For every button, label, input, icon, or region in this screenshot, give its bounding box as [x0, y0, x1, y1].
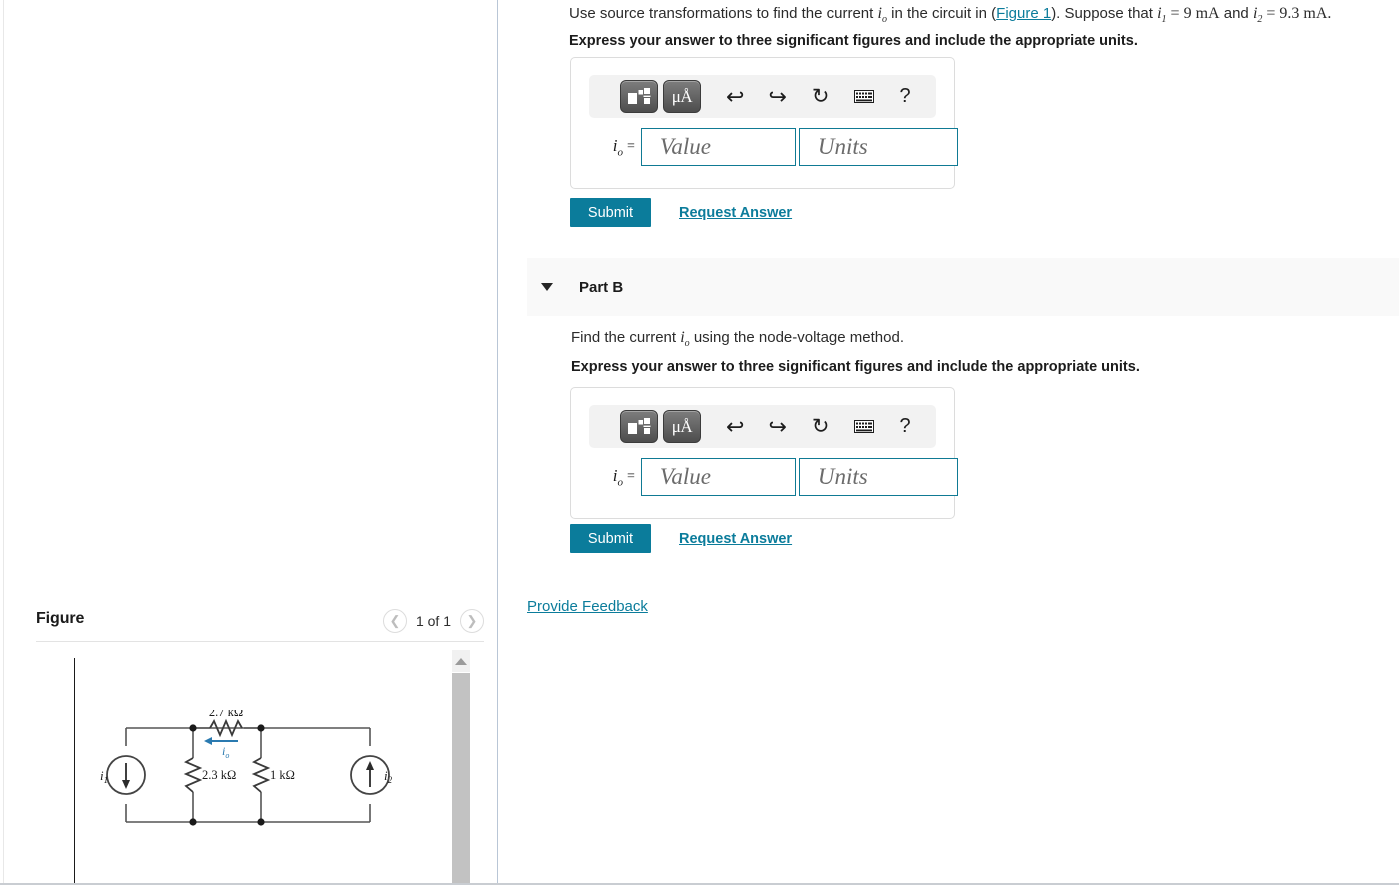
redo-arrow-icon[interactable]: ↪: [768, 84, 786, 110]
question-var-io: io: [877, 5, 887, 26]
figure-body: 2.7 kΩ 2.3 kΩ 1 kΩ io i1 i2: [36, 642, 484, 883]
keyboard-glyph: [854, 420, 875, 433]
part-b-question-var-io: io: [680, 329, 690, 350]
part-b-label: Part B: [579, 278, 624, 296]
scrollbar-thumb[interactable]: [452, 673, 470, 883]
part-b-request-answer-link[interactable]: Request Answer: [679, 531, 792, 547]
part-a-answer-row: io = Value Units: [581, 128, 958, 166]
keyboard-glyph: [854, 90, 875, 103]
provide-feedback-link[interactable]: Provide Feedback: [527, 598, 648, 615]
resistor-2p7k-label: 2.7 kΩ: [209, 710, 243, 719]
part-b-header[interactable]: Part B: [527, 258, 1399, 316]
question-text-after-link: ). Suppose that: [1051, 5, 1158, 22]
undo-arrow-icon[interactable]: ↩: [726, 84, 744, 110]
part-b-answer-row: io = Value Units: [581, 458, 958, 496]
part-b-question-prefix: Find the current: [571, 329, 681, 346]
question-text-prefix: Use source transformations to find the c…: [569, 5, 878, 22]
chevron-down-icon: [541, 283, 553, 291]
units-label: μÅ: [671, 417, 693, 436]
resistor-1k-label: 1 kΩ: [270, 768, 295, 782]
part-a-answer-label: io: [612, 135, 623, 159]
current-io-arrow: [204, 737, 238, 745]
part-a-units-placeholder: Units: [817, 134, 868, 159]
part-a-instruction: Express your answer to three significant…: [569, 33, 1138, 49]
page-left-edge: [3, 0, 4, 883]
part-b-answer-box: μÅ ↩ ↪ ↻ ? io = Value Units: [570, 387, 958, 519]
part-b-answer-toolbar: μÅ ↩ ↪ ↻ ?: [589, 405, 936, 448]
figure-left-rule: [74, 658, 75, 883]
help-icon[interactable]: ?: [899, 85, 910, 108]
figure-page-label: 1 of 1: [415, 613, 451, 629]
units-label: μÅ: [671, 87, 693, 106]
part-a-submit-row: Submit Request Answer: [570, 198, 792, 227]
given-conjunction: and: [1219, 5, 1253, 22]
units-button[interactable]: μÅ: [663, 410, 701, 443]
resistor-2p3k-label: 2.3 kΩ: [202, 768, 236, 782]
redo-arrow-icon[interactable]: ↪: [768, 414, 786, 440]
part-a-value-input[interactable]: Value: [640, 128, 796, 166]
figure-pane: Figure ❮ 1 of 1 ❯ 2.7 kΩ 2.3 kΩ 1 kΩ io …: [0, 0, 498, 883]
math-template-glyph: [628, 87, 651, 104]
resistor-2p3k-symbol: [183, 757, 203, 793]
given-i2-value: = 9.3 mA.: [1262, 5, 1332, 22]
part-b-units-placeholder: Units: [817, 464, 868, 489]
current-source-i1-symbol: [106, 755, 146, 795]
resistor-1k-symbol: [251, 757, 271, 793]
part-b-value-placeholder: Value: [659, 464, 712, 489]
part-a-value-placeholder: Value: [659, 134, 712, 159]
part-b-instruction: Express your answer to three significant…: [571, 359, 1140, 375]
math-template-glyph: [628, 417, 651, 434]
scroll-up-arrow-icon[interactable]: [452, 650, 470, 672]
help-icon[interactable]: ?: [899, 415, 910, 438]
chevron-left-icon: ❮: [389, 613, 401, 628]
figure-scrollbar[interactable]: [452, 650, 470, 883]
question-pane: Use source transformations to find the c…: [499, 0, 1399, 883]
math-template-icon[interactable]: [620, 410, 658, 443]
keyboard-icon[interactable]: [854, 420, 875, 433]
part-b-equals-sign: =: [627, 469, 635, 484]
figure-pager: ❮ 1 of 1 ❯: [382, 609, 484, 633]
part-a-answer-box: μÅ ↩ ↪ ↻ ? io = Value Units: [570, 57, 958, 189]
part-b-value-input[interactable]: Value: [640, 458, 796, 496]
current-io-label: io: [222, 744, 229, 760]
part-a-answer-toolbar: μÅ ↩ ↪ ↻ ?: [589, 75, 936, 118]
chevron-right-icon: ❯: [466, 613, 478, 628]
part-b-question: Find the current io using the node-volta…: [571, 329, 904, 349]
given-i1-value: = 9 mA: [1166, 5, 1220, 22]
problem-page: Figure ❮ 1 of 1 ❯ 2.7 kΩ 2.3 kΩ 1 kΩ io …: [0, 0, 1399, 885]
keyboard-icon[interactable]: [854, 90, 875, 103]
part-b-answer-label: io: [612, 465, 623, 489]
part-b-submit-row: Submit Request Answer: [570, 524, 792, 553]
part-a-units-input[interactable]: Units: [798, 128, 958, 166]
figure-1-link[interactable]: Figure 1: [996, 5, 1051, 22]
part-b-units-input[interactable]: Units: [798, 458, 958, 496]
part-a-submit-button[interactable]: Submit: [570, 198, 651, 227]
part-a-question: Use source transformations to find the c…: [569, 3, 1331, 27]
figure-prev-button[interactable]: ❮: [382, 609, 407, 633]
reset-circle-icon[interactable]: ↻: [812, 414, 830, 439]
part-a-request-answer-link[interactable]: Request Answer: [679, 205, 792, 221]
math-template-icon[interactable]: [620, 80, 658, 113]
undo-arrow-icon[interactable]: ↩: [726, 414, 744, 440]
units-button[interactable]: μÅ: [663, 80, 701, 113]
figure-header: Figure ❮ 1 of 1 ❯: [36, 604, 484, 642]
figure-next-button[interactable]: ❯: [460, 609, 484, 633]
part-b-submit-button[interactable]: Submit: [570, 524, 651, 553]
given-i1-var: i1: [1157, 5, 1167, 26]
question-text-mid: in the circuit in (: [886, 5, 997, 22]
part-a-equals-sign: =: [627, 139, 635, 154]
circuit-diagram: 2.7 kΩ 2.3 kΩ 1 kΩ io i1 i2: [100, 710, 393, 826]
given-i2-var: i2: [1252, 5, 1263, 26]
part-b-question-suffix: using the node-voltage method.: [689, 329, 904, 346]
reset-circle-icon[interactable]: ↻: [812, 84, 830, 109]
figure-title: Figure: [36, 610, 85, 627]
